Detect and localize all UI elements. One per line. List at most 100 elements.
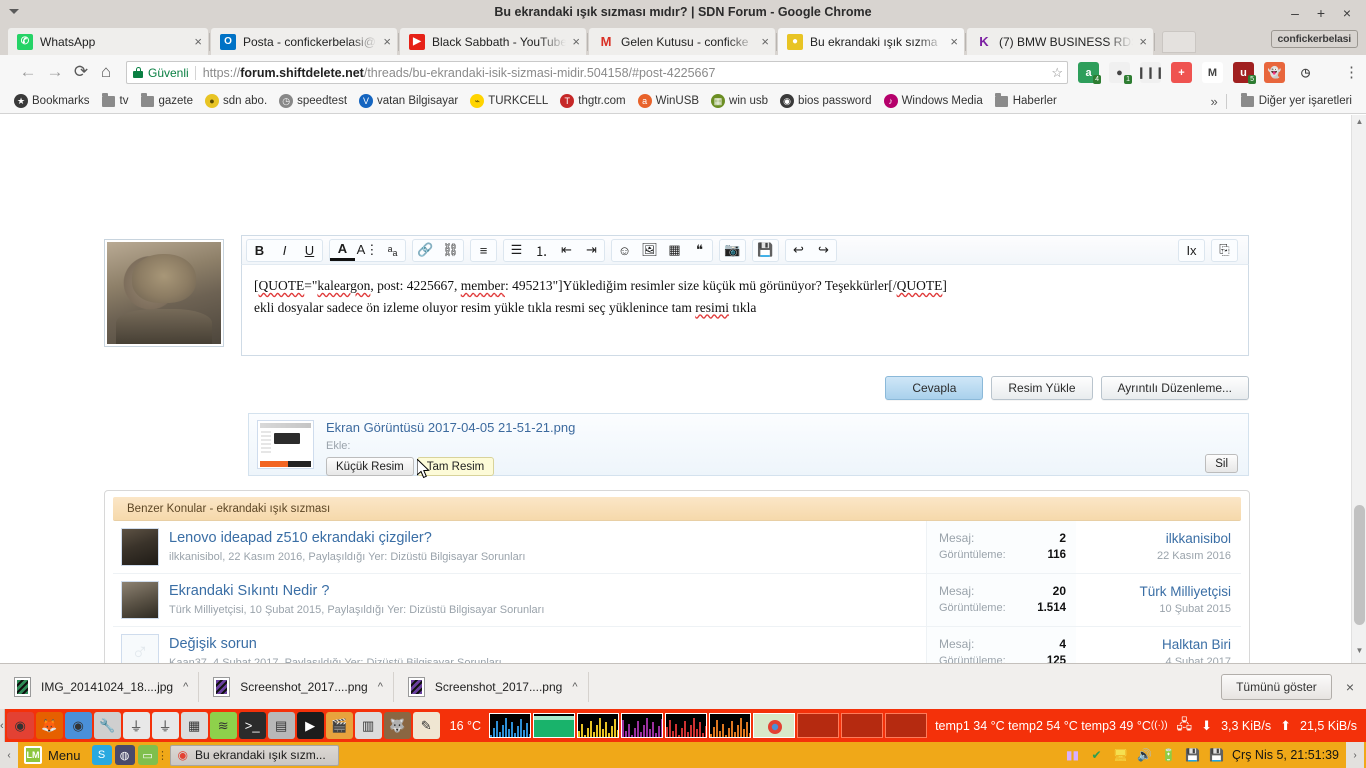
address-bar[interactable]: Güvenli https://forum.shiftdelete.net/th… [126, 61, 1068, 84]
numbered-list-button[interactable]: ⒈ [529, 240, 554, 261]
close-window-button[interactable]: × [1334, 3, 1360, 23]
archive-manager-icon[interactable]: ▤ [267, 712, 295, 739]
italic-button[interactable]: I [272, 240, 297, 261]
bookmark-speedtest[interactable]: ◷ speedtest [273, 92, 353, 110]
bookmark-win-usb[interactable]: ▦ win usb [705, 92, 774, 110]
font-size-button[interactable]: A⋮ [355, 240, 380, 261]
tab-1[interactable]: ✆ WhatsApp × [8, 28, 208, 55]
bookmark-star-icon[interactable]: ☆ [1043, 65, 1063, 81]
image-viewer-icon[interactable]: ▥ [354, 712, 382, 739]
bookmark-turkcell[interactable]: ⌁ TURKCELL [464, 92, 554, 110]
tab-close-button[interactable]: × [572, 34, 580, 49]
usb-creator-icon[interactable]: ⏚ [122, 712, 150, 739]
page-scrollbar[interactable]: ▲ ▼ [1351, 115, 1366, 663]
close-shelf-button[interactable]: × [1346, 679, 1354, 695]
tab-3[interactable]: ▶ Black Sabbath - YouTube × [400, 28, 586, 55]
gimp-icon[interactable]: 🐺 [383, 712, 411, 739]
last-poster-link[interactable]: Halktan Biri [1076, 636, 1231, 653]
font-family-button[interactable]: ᵃₐ [380, 240, 405, 261]
disk1-tray-icon[interactable]: 💾 [1184, 747, 1201, 764]
home-icon[interactable]: ⌂ [96, 62, 116, 82]
forward-arrow-icon[interactable]: → [45, 62, 65, 82]
taskbar-collapse-handle[interactable]: ‹ [0, 742, 18, 768]
video-editor-icon[interactable]: 🎬 [325, 712, 353, 739]
colorpicker-extension[interactable]: ● 1 [1109, 62, 1132, 84]
upload-image-button[interactable]: Resim Yükle [991, 376, 1093, 400]
ublock-extension[interactable]: u5 [1233, 62, 1256, 84]
bold-button[interactable]: B [247, 240, 272, 261]
dock-collapse-handle[interactable]: ‹ [0, 709, 5, 742]
display-tray-icon[interactable]: 🖥 [1112, 747, 1129, 764]
show-desktop-icon[interactable]: ▭ [137, 745, 158, 765]
browser-launcher-icon[interactable]: ◍ [114, 745, 135, 765]
tab-close-button[interactable]: × [950, 34, 958, 49]
delete-attachment-button[interactable]: Sil [1205, 454, 1238, 473]
save-draft-button[interactable]: 💾 [753, 240, 778, 261]
other-bookmarks-folder[interactable]: Diğer yer işaretleri [1235, 92, 1358, 110]
download-item[interactable]: Screenshot_2017....png ^ [199, 671, 394, 702]
outdent-button[interactable]: ⇤ [554, 240, 579, 261]
bookmark-windows-media[interactable]: ♪ Windows Media [878, 92, 989, 110]
ghostery-extension[interactable]: 👻 [1264, 62, 1285, 83]
tab-5[interactable]: ● Bu ekrandaki ışık sızma × [778, 28, 964, 55]
text-editor-icon[interactable]: ✎ [412, 712, 440, 739]
insert-image-button[interactable]: 🖼 [637, 240, 662, 261]
tab-4[interactable]: M Gelen Kutusu - conficke × [589, 28, 775, 55]
volume-tray-icon[interactable]: 🔊 [1136, 747, 1153, 764]
maximize-button[interactable]: + [1308, 3, 1334, 23]
last-poster-link[interactable]: ilkkanisibol [1076, 530, 1231, 547]
shield-tray-icon[interactable]: ✔ [1088, 747, 1105, 764]
new-tab-button[interactable] [1162, 31, 1196, 53]
align-button[interactable]: ≡ [471, 240, 496, 261]
bookmark-tv[interactable]: tv [96, 92, 135, 110]
speedtest-extension[interactable]: ◷ [1295, 62, 1316, 83]
taskbar-window-button[interactable]: ◉ Bu ekrandaki ışık sızm... [169, 744, 339, 766]
toggle-bbcode-button[interactable]: ⎘ [1212, 240, 1237, 261]
download-item[interactable]: Screenshot_2017....png ^ [394, 671, 589, 702]
tab-2[interactable]: O Posta - confickerbelasi@ × [211, 28, 397, 55]
gmail-checker-extension[interactable]: M [1202, 62, 1223, 83]
bookmark-sdn-abo-[interactable]: ● sdn abo. [199, 92, 273, 110]
undo-button[interactable]: ↩ [786, 240, 811, 261]
bookmark-vatan-bilgisayar[interactable]: Vvatan Bilgisayar [353, 92, 464, 110]
scrollbar-thumb[interactable] [1354, 505, 1365, 625]
bookmark-bios-password[interactable]: ◉ bios password [774, 92, 878, 110]
indent-button[interactable]: ⇥ [579, 240, 604, 261]
usb-creator-2-icon[interactable]: ⏚ [151, 712, 179, 739]
thread-title-link[interactable]: Ekrandaki Sıkıntı Nedir ? [169, 582, 926, 600]
equalizer-extension[interactable]: ❙❙❙ [1137, 62, 1164, 83]
kebab-menu-icon[interactable]: ⋮ [1344, 63, 1359, 81]
disk2-tray-icon[interactable]: 💾 [1208, 747, 1225, 764]
scroll-down-arrow-icon[interactable]: ▼ [1352, 646, 1366, 661]
scroll-up-arrow-icon[interactable]: ▲ [1352, 117, 1366, 132]
tab-close-button[interactable]: × [194, 34, 202, 49]
chrome-launcher-icon[interactable]: ◉ [6, 712, 34, 739]
insert-link-button[interactable]: 🔗 [413, 240, 438, 261]
insert-media-button[interactable]: ▦ [662, 240, 687, 261]
editor-textarea[interactable]: [QUOTE="kaleargon, post: 4225667, member… [241, 264, 1249, 356]
bookmark-thgtr-com[interactable]: Tthgtr.com [554, 92, 631, 110]
bullet-list-button[interactable]: ☰ [504, 240, 529, 261]
system-monitor-tray-icon[interactable]: ▮▮ [1064, 747, 1081, 764]
start-menu-button[interactable]: LM Menu [18, 742, 89, 768]
bookmark-gazete[interactable]: gazete [134, 92, 199, 110]
network-icon[interactable]: 🖧 [1177, 714, 1193, 738]
insert-thumbnail-button[interactable]: Küçük Resim [326, 457, 414, 476]
tab-close-button[interactable]: × [1139, 34, 1147, 49]
remove-formatting-button[interactable]: Ix [1179, 240, 1204, 261]
video-player-icon[interactable]: ▶ [296, 712, 324, 739]
last-poster-link[interactable]: Türk Milliyetçisi [1076, 583, 1231, 600]
thread-title-link[interactable]: Lenovo ideapad z510 ekrandaki çizgiler? [169, 529, 926, 547]
text-color-button[interactable]: A [330, 240, 355, 261]
advanced-edit-button[interactable]: Ayrıntılı Düzenleme... [1100, 376, 1249, 400]
spotify-icon[interactable]: ≋ [209, 712, 237, 739]
emoji-button[interactable]: ☺ [612, 240, 637, 261]
battery-tray-icon[interactable]: 🔋 [1160, 747, 1177, 764]
calculator-icon[interactable]: ▦ [180, 712, 208, 739]
screenshot-button[interactable]: 📷 [720, 240, 745, 261]
underline-button[interactable]: U [297, 240, 322, 261]
tab-close-button[interactable]: × [761, 34, 769, 49]
insert-full-image-button[interactable]: Tam Resim [416, 457, 495, 476]
bookmark-winusb[interactable]: a WinUSB [632, 92, 705, 110]
redo-button[interactable]: ↪ [811, 240, 836, 261]
